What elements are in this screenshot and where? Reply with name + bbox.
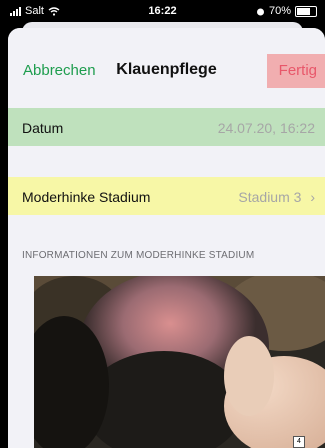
date-value: 24.07.20, 16:22 xyxy=(217,120,315,136)
status-bar: Salt 16:22 70% xyxy=(0,0,325,24)
hoof-photo-image xyxy=(34,276,325,448)
status-right: 70% xyxy=(256,5,317,17)
stage-value-wrap: Stadium 3 › xyxy=(238,189,315,205)
chevron-right-icon: › xyxy=(310,189,315,205)
battery-percent: 70% xyxy=(268,5,291,17)
done-button-label: Fertig xyxy=(278,62,317,79)
alarm-icon xyxy=(256,8,264,15)
nav-bar: Abbrechen Klauenpflege Fertig xyxy=(8,28,325,100)
stage-row[interactable]: Moderhinke Stadium Stadium 3 › xyxy=(8,177,325,215)
date-row[interactable]: Datum 24.07.20, 16:22 xyxy=(8,108,325,146)
stage-label: Moderhinke Stadium xyxy=(22,189,151,205)
stage-value: Stadium 3 xyxy=(238,189,302,205)
info-section-header: INFORMATIONEN ZUM MODERHINKE STADIUM xyxy=(22,250,255,261)
battery-icon xyxy=(295,5,317,17)
hoof-photo: 4 xyxy=(34,276,325,448)
modal-sheet: Abbrechen Klauenpflege Fertig Datum 24.0… xyxy=(8,28,325,448)
date-label: Datum xyxy=(22,120,64,136)
done-button[interactable]: Fertig xyxy=(267,54,325,88)
figure-number-badge: 4 xyxy=(293,436,305,448)
